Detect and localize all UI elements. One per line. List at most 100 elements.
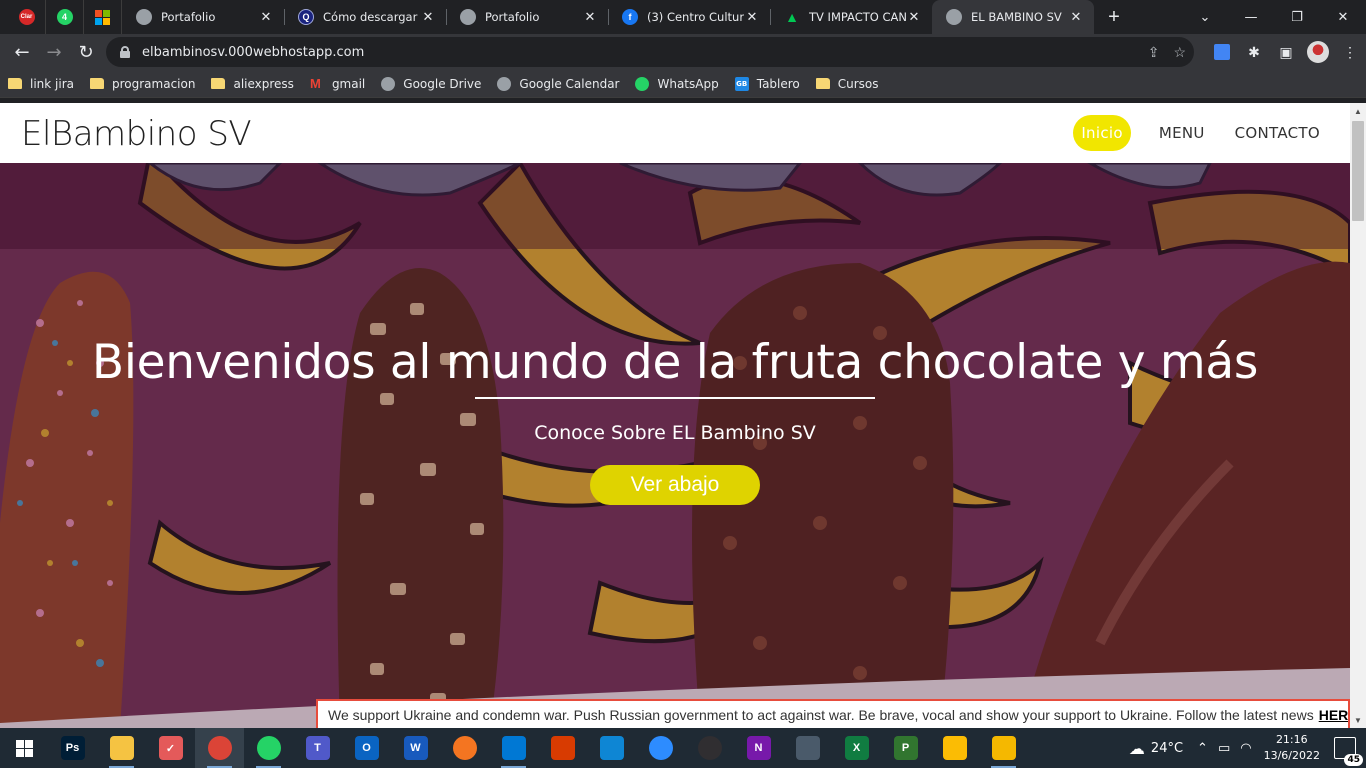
banner-text: We support Ukraine and condemn war. Push… [328,707,1314,723]
menu-kebab-icon[interactable]: ⋮ [1334,36,1366,68]
taskbar-app-office[interactable] [538,728,587,768]
pinned-tab-2[interactable]: 4 [46,0,84,34]
minimize-icon[interactable]: — [1228,0,1274,34]
gmail-icon: M [309,75,321,91]
taskbar-apps: Ps ✓ T O W N X P [48,728,1028,768]
pinned-tab-3[interactable] [84,0,122,34]
taskbar-app-pdf[interactable] [979,728,1028,768]
address-bar[interactable]: elbambinosv.000webhostapp.com ⇪ ☆ [106,37,1194,67]
web-page: ElBambino SV Inicio MENU CONTACTO Bienve… [0,103,1350,728]
side-panel-icon[interactable]: ▣ [1270,36,1302,68]
clock[interactable]: 21:16 13/6/2022 [1264,732,1320,764]
bookmark-programacion[interactable]: programacion [90,77,195,91]
chrome-icon [207,736,232,760]
taskbar-app-obs[interactable] [685,728,734,768]
new-tab-button[interactable]: + [1094,0,1134,34]
taskbar-app-excel[interactable]: X [832,728,881,768]
teams-icon: T [305,736,330,760]
close-icon[interactable]: ✕ [582,10,598,25]
close-icon[interactable]: ✕ [744,10,760,25]
restore-icon[interactable]: ❐ [1274,0,1320,34]
bookmark-gmail[interactable]: Mgmail [309,75,365,91]
tab-2[interactable]: Q Cómo descargar p ✕ [284,0,446,34]
site-brand[interactable]: ElBambino SV [21,114,252,154]
ver-abajo-button[interactable]: Ver abajo [590,465,760,505]
scroll-down-icon[interactable]: ▼ [1350,712,1366,728]
whatsapp-icon [256,736,281,760]
bookmark-label: programacion [112,76,196,91]
taskbar-app-project[interactable]: P [881,728,930,768]
battery-icon[interactable]: ▭ [1218,741,1230,756]
scroll-thumb[interactable] [1352,121,1364,221]
close-window-icon[interactable]: ✕ [1320,0,1366,34]
page-scrollbar[interactable]: ▲ ▼ [1350,103,1366,728]
chevron-up-icon[interactable]: ⌃ [1197,741,1208,756]
notification-icon[interactable]: 45 [1334,737,1363,766]
forward-icon[interactable]: → [38,36,70,68]
taskbar-app-vscode[interactable] [489,728,538,768]
taskbar-app-onenote[interactable]: N [734,728,783,768]
folder-icon [211,78,226,89]
nav-contacto[interactable]: CONTACTO [1233,116,1322,150]
weather-cloud-icon[interactable]: ☁ [1129,739,1145,758]
bookmark-whatsapp[interactable]: WhatsApp [635,76,719,91]
close-icon[interactable]: ✕ [1068,10,1084,25]
tab-3[interactable]: Portafolio ✕ [446,0,608,34]
bookmark-label: Tablero [756,76,800,91]
translate-icon[interactable] [1206,36,1238,68]
taskbar-app-remote-desktop[interactable] [587,728,636,768]
nav-menu[interactable]: MENU [1157,116,1207,150]
bookmark-google-drive[interactable]: Google Drive [381,76,481,91]
temperature[interactable]: 24°C [1151,741,1183,756]
close-icon[interactable]: ✕ [906,10,922,25]
taskbar-app-file-explorer[interactable] [97,728,146,768]
facebook-icon: f [622,9,638,25]
tab-1[interactable]: Portafolio ✕ [122,0,284,34]
tab-4[interactable]: f (3) Centro Cultural ✕ [608,0,770,34]
profile-avatar[interactable] [1302,36,1334,68]
taskbar-app-whatsapp[interactable] [244,728,293,768]
file-explorer-icon [109,736,134,760]
reload-icon[interactable]: ↻ [70,36,102,68]
taskbar-app-chrome[interactable] [195,728,244,768]
project-icon: P [893,736,918,760]
browser-toolbar: ← → ↻ elbambinosv.000webhostapp.com ⇪ ☆ … [0,34,1366,70]
bookmark-link-jira[interactable]: link jira [8,77,74,91]
microsoft-icon [95,9,110,25]
tab-5[interactable]: ▲ TV IMPACTO CANA ✕ [770,0,932,34]
extensions-puzzle-icon[interactable]: ✱ [1238,36,1270,68]
taskbar-app-todo[interactable]: ✓ [146,728,195,768]
taskbar-app-google-drive[interactable] [930,728,979,768]
bookmark-cursos[interactable]: Cursos [815,77,879,91]
close-icon[interactable]: ✕ [258,10,274,25]
bookmark-tablero[interactable]: GB Tablero [734,76,800,91]
taskbar-app-sync[interactable] [636,728,685,768]
taskbar-app-photoshop[interactable]: Ps [48,728,97,768]
banner-link[interactable]: HERE [1319,707,1348,723]
hero-subtitle: Conoce Sobre EL Bambino SV [534,422,816,444]
close-icon[interactable]: ✕ [420,10,436,25]
nav-inicio[interactable]: Inicio [1073,115,1131,151]
tab-search-icon[interactable]: ⌄ [1182,0,1228,34]
windows-icon [15,739,33,757]
bookmark-aliexpress[interactable]: aliexpress [211,77,294,91]
taskbar-app-crunchyroll[interactable] [440,728,489,768]
bookmark-star-icon[interactable]: ☆ [1173,44,1186,61]
folder-icon [90,78,104,89]
share-icon[interactable]: ⇪ [1148,44,1160,61]
bookmark-label: WhatsApp [657,76,719,91]
taskbar-app-teams[interactable]: T [293,728,342,768]
extensions-area: ✱ ▣ ⋮ [1206,34,1366,70]
taskbar-app-word[interactable]: W [391,728,440,768]
wifi-icon[interactable]: ◠ [1240,741,1251,756]
scroll-up-icon[interactable]: ▲ [1350,103,1366,119]
globe-icon [136,9,152,25]
pinned-tab-1[interactable]: Clar [8,0,46,34]
whatsapp-icon [635,76,650,91]
taskbar-app-outlook[interactable]: O [342,728,391,768]
taskbar-app-scanner[interactable] [783,728,832,768]
back-icon[interactable]: ← [6,36,38,68]
start-button[interactable] [0,728,48,768]
tab-6-active[interactable]: EL BAMBINO SV ✕ [932,0,1094,34]
bookmark-google-calendar[interactable]: Google Calendar [497,76,619,91]
